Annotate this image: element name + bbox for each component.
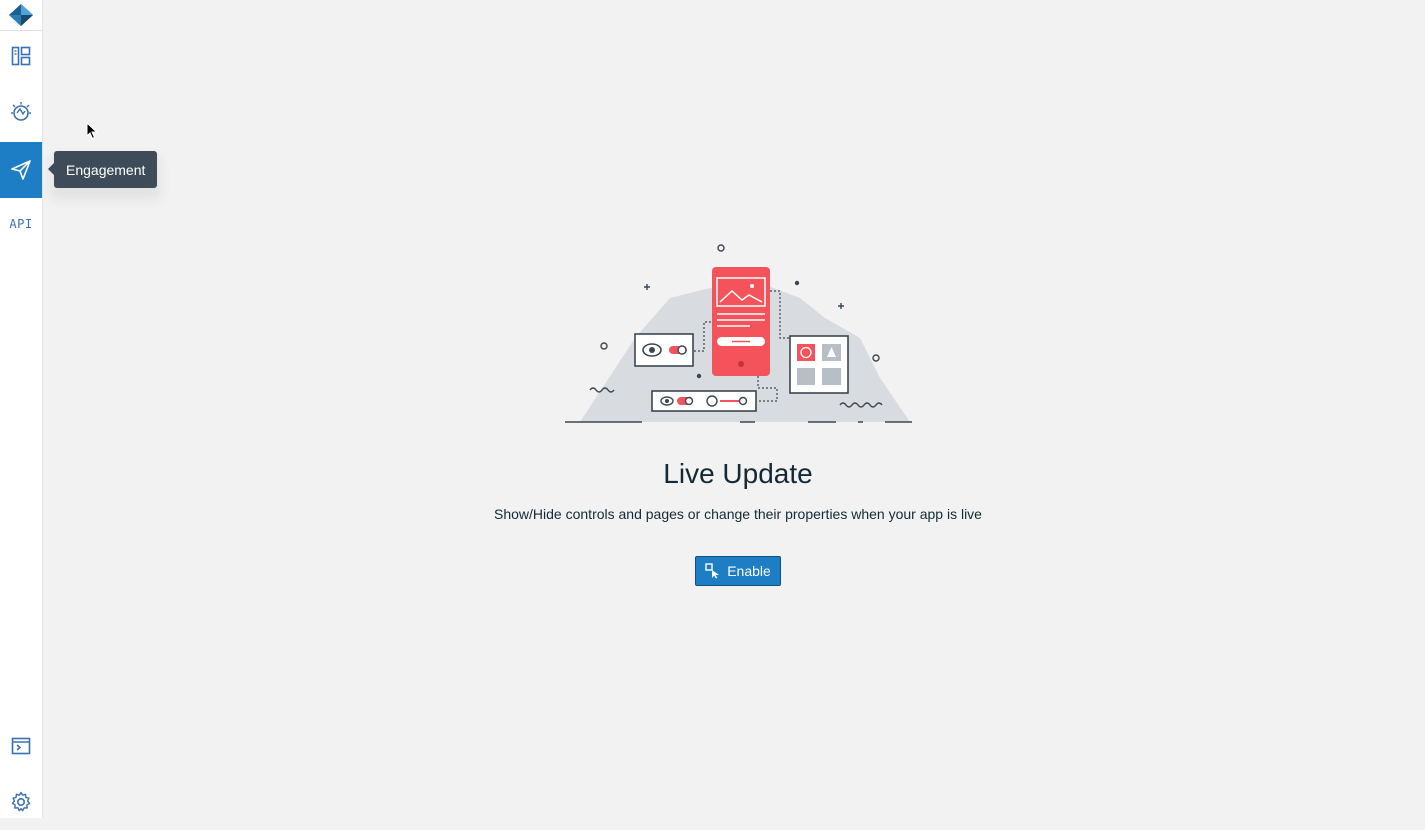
- sidebar: API: [0, 0, 43, 818]
- page-subtitle: Show/Hide controls and pages or change t…: [494, 506, 982, 522]
- dashboard-icon: [11, 46, 31, 66]
- enable-button[interactable]: Enable: [695, 556, 781, 586]
- live-update-illustration: [565, 244, 912, 423]
- sidebar-item-dashboard[interactable]: [0, 28, 42, 84]
- analytics-bulb-icon: [11, 102, 31, 121]
- page-title: Live Update: [663, 458, 813, 489]
- sidebar-item-engagement[interactable]: [0, 142, 42, 198]
- app-logo[interactable]: [0, 0, 42, 31]
- sidebar-item-terminal[interactable]: [0, 718, 42, 774]
- mouse-cursor-icon: [86, 122, 98, 140]
- tooltip-text: Engagement: [66, 161, 146, 178]
- sidebar-item-analytics[interactable]: [0, 84, 42, 140]
- engagement-tooltip: Engagement: [47, 151, 158, 188]
- gear-icon: [11, 791, 31, 812]
- engagement-paper-plane-icon: [11, 160, 31, 180]
- terminal-icon: [11, 737, 31, 755]
- sidebar-item-api[interactable]: API: [0, 196, 42, 252]
- enable-button-label: Enable: [727, 563, 771, 579]
- logo-diamond-icon: [9, 4, 33, 26]
- api-icon: API: [9, 217, 33, 231]
- sidebar-item-settings[interactable]: [0, 774, 42, 830]
- live-update-cursor-icon: [705, 563, 720, 579]
